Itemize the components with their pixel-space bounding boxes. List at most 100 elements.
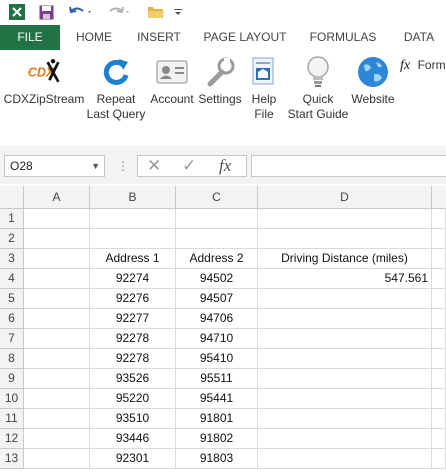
cell-e13[interactable]: [432, 449, 446, 469]
row-header-3[interactable]: 3: [0, 249, 24, 269]
column-header-c[interactable]: C: [176, 186, 258, 209]
settings-button[interactable]: Settings: [198, 54, 242, 107]
cell-a8[interactable]: [24, 349, 90, 369]
formula-group[interactable]: fx Form: [400, 56, 446, 72]
cell-a2[interactable]: [24, 229, 90, 249]
cell-a6[interactable]: [24, 309, 90, 329]
cell-b1[interactable]: [90, 209, 176, 229]
customize-qat-icon[interactable]: [172, 3, 184, 21]
tab-data[interactable]: DATA: [392, 25, 446, 50]
cell-c8[interactable]: 95410: [176, 349, 258, 369]
cell-a1[interactable]: [24, 209, 90, 229]
cell-d7[interactable]: [258, 329, 432, 349]
cell-e6[interactable]: [432, 309, 446, 329]
cell-e2[interactable]: [432, 229, 446, 249]
cell-b6[interactable]: 92277: [90, 309, 176, 329]
redo-icon[interactable]: [104, 3, 134, 21]
row-header-8[interactable]: 8: [0, 349, 24, 369]
cell-d3[interactable]: Driving Distance (miles): [258, 249, 432, 269]
cell-c4[interactable]: 94502: [176, 269, 258, 289]
excel-logo-icon[interactable]: [8, 3, 26, 21]
account-button[interactable]: Account: [148, 54, 196, 107]
cell-e9[interactable]: [432, 369, 446, 389]
cell-a9[interactable]: [24, 369, 90, 389]
cell-e4[interactable]: [432, 269, 446, 289]
help-file-button[interactable]: Help File: [246, 54, 282, 122]
cell-c10[interactable]: 95441: [176, 389, 258, 409]
cell-b5[interactable]: 92276: [90, 289, 176, 309]
cell-e1[interactable]: [432, 209, 446, 229]
cell-a10[interactable]: [24, 389, 90, 409]
cell-b4[interactable]: 92274: [90, 269, 176, 289]
enter-icon[interactable]: ✓: [182, 156, 196, 176]
cell-c13[interactable]: 91803: [176, 449, 258, 469]
cell-c9[interactable]: 95511: [176, 369, 258, 389]
row-header-12[interactable]: 12: [0, 429, 24, 449]
cell-b2[interactable]: [90, 229, 176, 249]
cell-d1[interactable]: [258, 209, 432, 229]
cell-d9[interactable]: [258, 369, 432, 389]
cell-a4[interactable]: [24, 269, 90, 289]
save-icon[interactable]: [37, 3, 55, 21]
cell-c12[interactable]: 91802: [176, 429, 258, 449]
quick-start-guide-button[interactable]: Quick Start Guide: [286, 54, 350, 122]
row-header-2[interactable]: 2: [0, 229, 24, 249]
row-header-4[interactable]: 4: [0, 269, 24, 289]
cell-a5[interactable]: [24, 289, 90, 309]
row-header-11[interactable]: 11: [0, 409, 24, 429]
cell-d11[interactable]: [258, 409, 432, 429]
chevron-down-icon[interactable]: ▼: [91, 161, 100, 171]
column-header-b[interactable]: B: [90, 186, 176, 209]
cell-a11[interactable]: [24, 409, 90, 429]
column-header-d[interactable]: D: [258, 186, 432, 209]
cell-a3[interactable]: [24, 249, 90, 269]
undo-icon[interactable]: [66, 3, 96, 21]
insert-function-icon[interactable]: fx: [219, 156, 231, 176]
column-header-e[interactable]: [432, 186, 446, 209]
cell-d4[interactable]: 547.561: [258, 269, 432, 289]
cell-c7[interactable]: 94710: [176, 329, 258, 349]
cell-b13[interactable]: 92301: [90, 449, 176, 469]
cell-c2[interactable]: [176, 229, 258, 249]
select-all-corner[interactable]: [0, 186, 24, 209]
cell-d8[interactable]: [258, 349, 432, 369]
row-header-13[interactable]: 13: [0, 449, 24, 469]
tab-insert[interactable]: INSERT: [129, 25, 189, 50]
website-button[interactable]: Website: [348, 54, 398, 107]
cell-d12[interactable]: [258, 429, 432, 449]
cell-d5[interactable]: [258, 289, 432, 309]
cancel-icon[interactable]: ✕: [147, 156, 161, 176]
cell-b7[interactable]: 92278: [90, 329, 176, 349]
cell-a7[interactable]: [24, 329, 90, 349]
cell-e3[interactable]: [432, 249, 446, 269]
tab-file[interactable]: FILE: [0, 25, 60, 50]
cell-d2[interactable]: [258, 229, 432, 249]
formula-input[interactable]: [251, 155, 446, 177]
tab-home[interactable]: HOME: [66, 25, 122, 50]
tab-formulas[interactable]: FORMULAS: [302, 25, 384, 50]
repeat-last-query-button[interactable]: Repeat Last Query: [86, 54, 146, 122]
cell-e12[interactable]: [432, 429, 446, 449]
column-header-a[interactable]: A: [24, 186, 90, 209]
cell-d10[interactable]: [258, 389, 432, 409]
row-header-7[interactable]: 7: [0, 329, 24, 349]
cell-d13[interactable]: [258, 449, 432, 469]
tab-page-layout[interactable]: PAGE LAYOUT: [197, 25, 293, 50]
formula-bar-grip[interactable]: ⋮: [117, 159, 129, 173]
row-header-1[interactable]: 1: [0, 209, 24, 229]
cell-b8[interactable]: 92278: [90, 349, 176, 369]
cell-b11[interactable]: 93510: [90, 409, 176, 429]
open-folder-icon[interactable]: [145, 3, 167, 21]
cell-d6[interactable]: [258, 309, 432, 329]
cell-c11[interactable]: 91801: [176, 409, 258, 429]
cell-c5[interactable]: 94507: [176, 289, 258, 309]
cdxzipstream-button[interactable]: CDX CDXZipStream: [4, 54, 84, 107]
row-header-6[interactable]: 6: [0, 309, 24, 329]
row-header-5[interactable]: 5: [0, 289, 24, 309]
row-header-9[interactable]: 9: [0, 369, 24, 389]
cell-b10[interactable]: 95220: [90, 389, 176, 409]
cell-b12[interactable]: 93446: [90, 429, 176, 449]
cell-c6[interactable]: 94706: [176, 309, 258, 329]
row-header-10[interactable]: 10: [0, 389, 24, 409]
cell-e5[interactable]: [432, 289, 446, 309]
